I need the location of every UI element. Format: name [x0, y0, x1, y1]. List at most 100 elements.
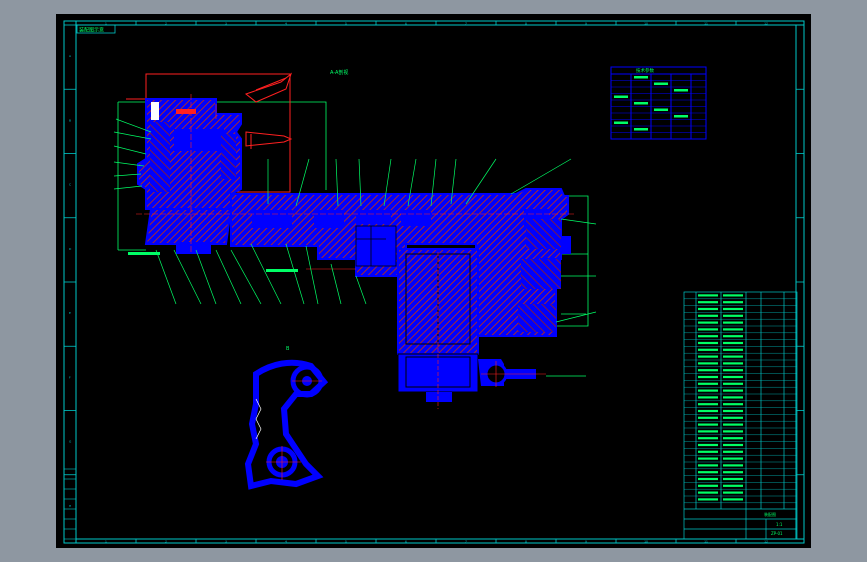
- border-row-mark: F: [69, 375, 71, 379]
- parts-list-cell-text: [723, 471, 743, 474]
- border-column-mark: 9: [585, 22, 587, 26]
- parts-list-cell-text: [698, 450, 718, 453]
- parts-list-cell-text: [698, 321, 718, 324]
- parts-list-cell-text: [723, 321, 743, 324]
- parts-list-cell-text: [723, 403, 743, 406]
- border-column-mark: 9: [585, 540, 587, 544]
- parts-list-cell-text: [698, 389, 718, 392]
- parts-list-cell-text: [723, 464, 743, 467]
- border-row-mark: H: [69, 504, 71, 508]
- parts-list-cell-text: [723, 437, 743, 440]
- parts-list-cell-text: [698, 335, 718, 338]
- parts-list-cell-text: [698, 409, 718, 413]
- tech-table-cell-text: [654, 82, 668, 85]
- title-tab-text: 装配图示意: [79, 27, 104, 34]
- parts-list-cell-text: [698, 362, 718, 365]
- parts-list-cell-text: [698, 443, 718, 447]
- border-column-mark: 5: [345, 22, 347, 26]
- border-column-mark: 4: [285, 22, 287, 26]
- border-column-mark: 2: [165, 540, 167, 544]
- parts-list-cell-text: [723, 307, 743, 311]
- border-column-mark: 11: [704, 22, 708, 26]
- parts-list-cell-text: [723, 355, 743, 358]
- parts-list-cell-text: [698, 484, 718, 487]
- parts-list-cell-text: [698, 382, 718, 385]
- parts-list-cell-text: [723, 491, 743, 494]
- parts-list-cell-text: [723, 369, 743, 372]
- parts-list-cell-text: [698, 430, 718, 433]
- parts-list-cell-text: [723, 301, 743, 304]
- border-column-mark: 10: [644, 22, 648, 26]
- detail-view: [244, 359, 329, 490]
- parts-list-cell-text: [698, 423, 718, 426]
- border-row-mark: D: [69, 247, 72, 251]
- red-tool-part: [244, 72, 293, 149]
- parts-list-cell-text: [723, 396, 743, 399]
- parts-list-cell-text: [698, 498, 718, 501]
- border-column-mark: 11: [704, 540, 708, 544]
- parts-list-cell-text: [723, 314, 743, 317]
- parts-list-cell-text: [723, 450, 743, 453]
- border-row-mark: C: [69, 183, 71, 187]
- parts-list-cell-text: [723, 389, 743, 392]
- parts-list-cell-text: [698, 355, 718, 358]
- tech-table-cell-text: [634, 102, 648, 105]
- parts-list-cell-text: [723, 335, 743, 338]
- parts-list-cell-text: [698, 403, 718, 406]
- border-column-mark: 10: [644, 540, 648, 544]
- parts-list-cell-text: [723, 409, 743, 413]
- border-row-mark: A: [69, 54, 72, 58]
- parts-list-cell-text: [723, 443, 743, 447]
- tech-table-cell-text: [654, 108, 668, 111]
- parts-list-cell-text: [723, 484, 743, 487]
- border-row-mark: G: [69, 440, 72, 444]
- parts-list-cell-text: [698, 294, 718, 297]
- border-column-mark: 3: [225, 22, 227, 26]
- leader-text: [128, 252, 298, 272]
- tech-table-rows: [611, 76, 706, 133]
- gearbox-housing: [137, 98, 242, 254]
- border-column-mark: 4: [285, 540, 287, 544]
- parts-list-cell-text: [723, 348, 743, 351]
- parts-list-cell-text: [723, 498, 743, 501]
- title-block-scale: 1:1: [776, 522, 783, 527]
- parts-list-cell-text: [723, 294, 743, 297]
- tech-table-cell-text: [674, 89, 688, 92]
- parts-list-cell-text: [698, 491, 718, 494]
- border-row-mark: B: [69, 118, 71, 122]
- parts-list-cell-text: [698, 301, 718, 304]
- parts-list-rows: [684, 294, 797, 503]
- border-column-mark: 6: [405, 22, 407, 26]
- parts-list-cell-text: [698, 457, 718, 460]
- parts-list-cell-text: [723, 423, 743, 426]
- parts-list-cell-text: [723, 341, 743, 345]
- tech-table: 技术参数: [610, 66, 707, 140]
- border-column-mark: 1: [105, 540, 107, 544]
- tech-table-cell-text: [614, 95, 628, 98]
- title-block-title: 装配图: [764, 511, 776, 517]
- parts-list-cell-text: [698, 314, 718, 317]
- parts-list-cell-text: [723, 375, 743, 379]
- border-row-mark: E: [69, 311, 71, 315]
- cad-viewport[interactable]: 1 1 2 2 3 3 4 4 5 5 6 6 7 7 8 8 9 9 10 10 11 11 12 12 A B C D E F G H 装…: [56, 14, 811, 548]
- section-label: A-A剖视: [330, 69, 348, 76]
- border-column-mark: 12: [764, 540, 768, 544]
- parts-list-cell-text: [698, 464, 718, 467]
- border-column-mark: 3: [225, 540, 227, 544]
- parts-list-cell-text: [698, 437, 718, 440]
- parts-list-cell-text: [698, 348, 718, 351]
- parts-list-cell-text: [698, 341, 718, 345]
- parts-list-cell-text: [698, 471, 718, 474]
- parts-list-cell-text: [723, 362, 743, 365]
- cad-drawing-canvas[interactable]: 112233445566778899101011111212ABCDEFGH 装…: [56, 14, 811, 548]
- border-column-mark: 12: [764, 22, 768, 26]
- border-column-mark: 5: [345, 540, 347, 544]
- parts-list-cell-text: [723, 457, 743, 460]
- tech-table-cell-text: [634, 76, 648, 79]
- tech-table-header: 技术参数: [636, 67, 654, 74]
- parts-list-cell-text: [698, 375, 718, 379]
- border-column-mark: 2: [165, 22, 167, 26]
- parts-list-cell-text: [698, 477, 718, 481]
- parts-list-cell-text: [698, 307, 718, 311]
- parts-list-cell-text: [723, 328, 743, 331]
